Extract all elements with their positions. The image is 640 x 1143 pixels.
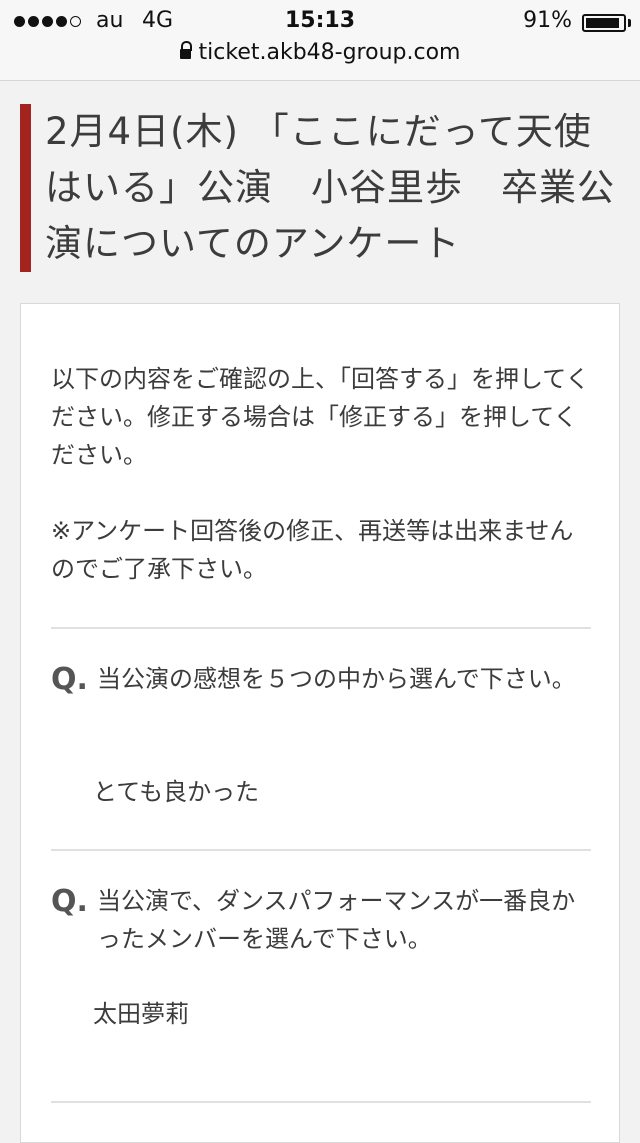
question-item: Q. 当公演で、ダンスパフォーマンスが一番良かったメンバーを選んで下さい。 太田…	[51, 882, 591, 1062]
answer-text: とても良かった	[93, 778, 260, 806]
battery-icon	[582, 14, 626, 32]
divider	[51, 1101, 591, 1103]
url-text: ticket.akb48-group.com	[198, 40, 461, 65]
question-text: 当公演の感想を５つの中から選んで下さい。	[97, 665, 576, 693]
intro-instruction: 以下の内容をご確認の上、「回答する」を押してください。修正する場合は「修正する」…	[51, 365, 590, 469]
lock-icon	[179, 41, 192, 60]
question-item: Q. 当公演の感想を５つの中から選んで下さい。 とても良かった	[51, 660, 591, 840]
divider	[51, 627, 591, 629]
question-mark-label: Q.	[51, 662, 88, 697]
confirmation-card: 以下の内容をご確認の上、「回答する」を押してください。修正する場合は「修正する」…	[20, 303, 620, 1143]
battery-percent: 91%	[523, 8, 572, 33]
address-bar[interactable]: ticket.akb48-group.com	[0, 40, 640, 72]
status-bar: au 4G 15:13 91% ticket.akb48-group.com	[0, 0, 640, 81]
intro-notice: ※アンケート回答後の修正、再送等は出来ませんのでご了承下さい。	[51, 517, 574, 583]
question-text: 当公演で、ダンスパフォーマンスが一番良かったメンバーを選んで下さい。	[97, 887, 576, 953]
intro-text: 以下の内容をご確認の上、「回答する」を押してください。修正する場合は「修正する」…	[51, 360, 591, 588]
answer-text: 太田夢莉	[93, 1000, 189, 1028]
divider	[51, 849, 591, 851]
page-title-block: 2月4日(木) 「ここにだって天使はいる」公演 小谷里歩 卒業公演についてのアン…	[20, 104, 620, 272]
question-mark-label: Q.	[51, 884, 88, 919]
page-title: 2月4日(木) 「ここにだって天使はいる」公演 小谷里歩 卒業公演についてのアン…	[45, 110, 615, 265]
